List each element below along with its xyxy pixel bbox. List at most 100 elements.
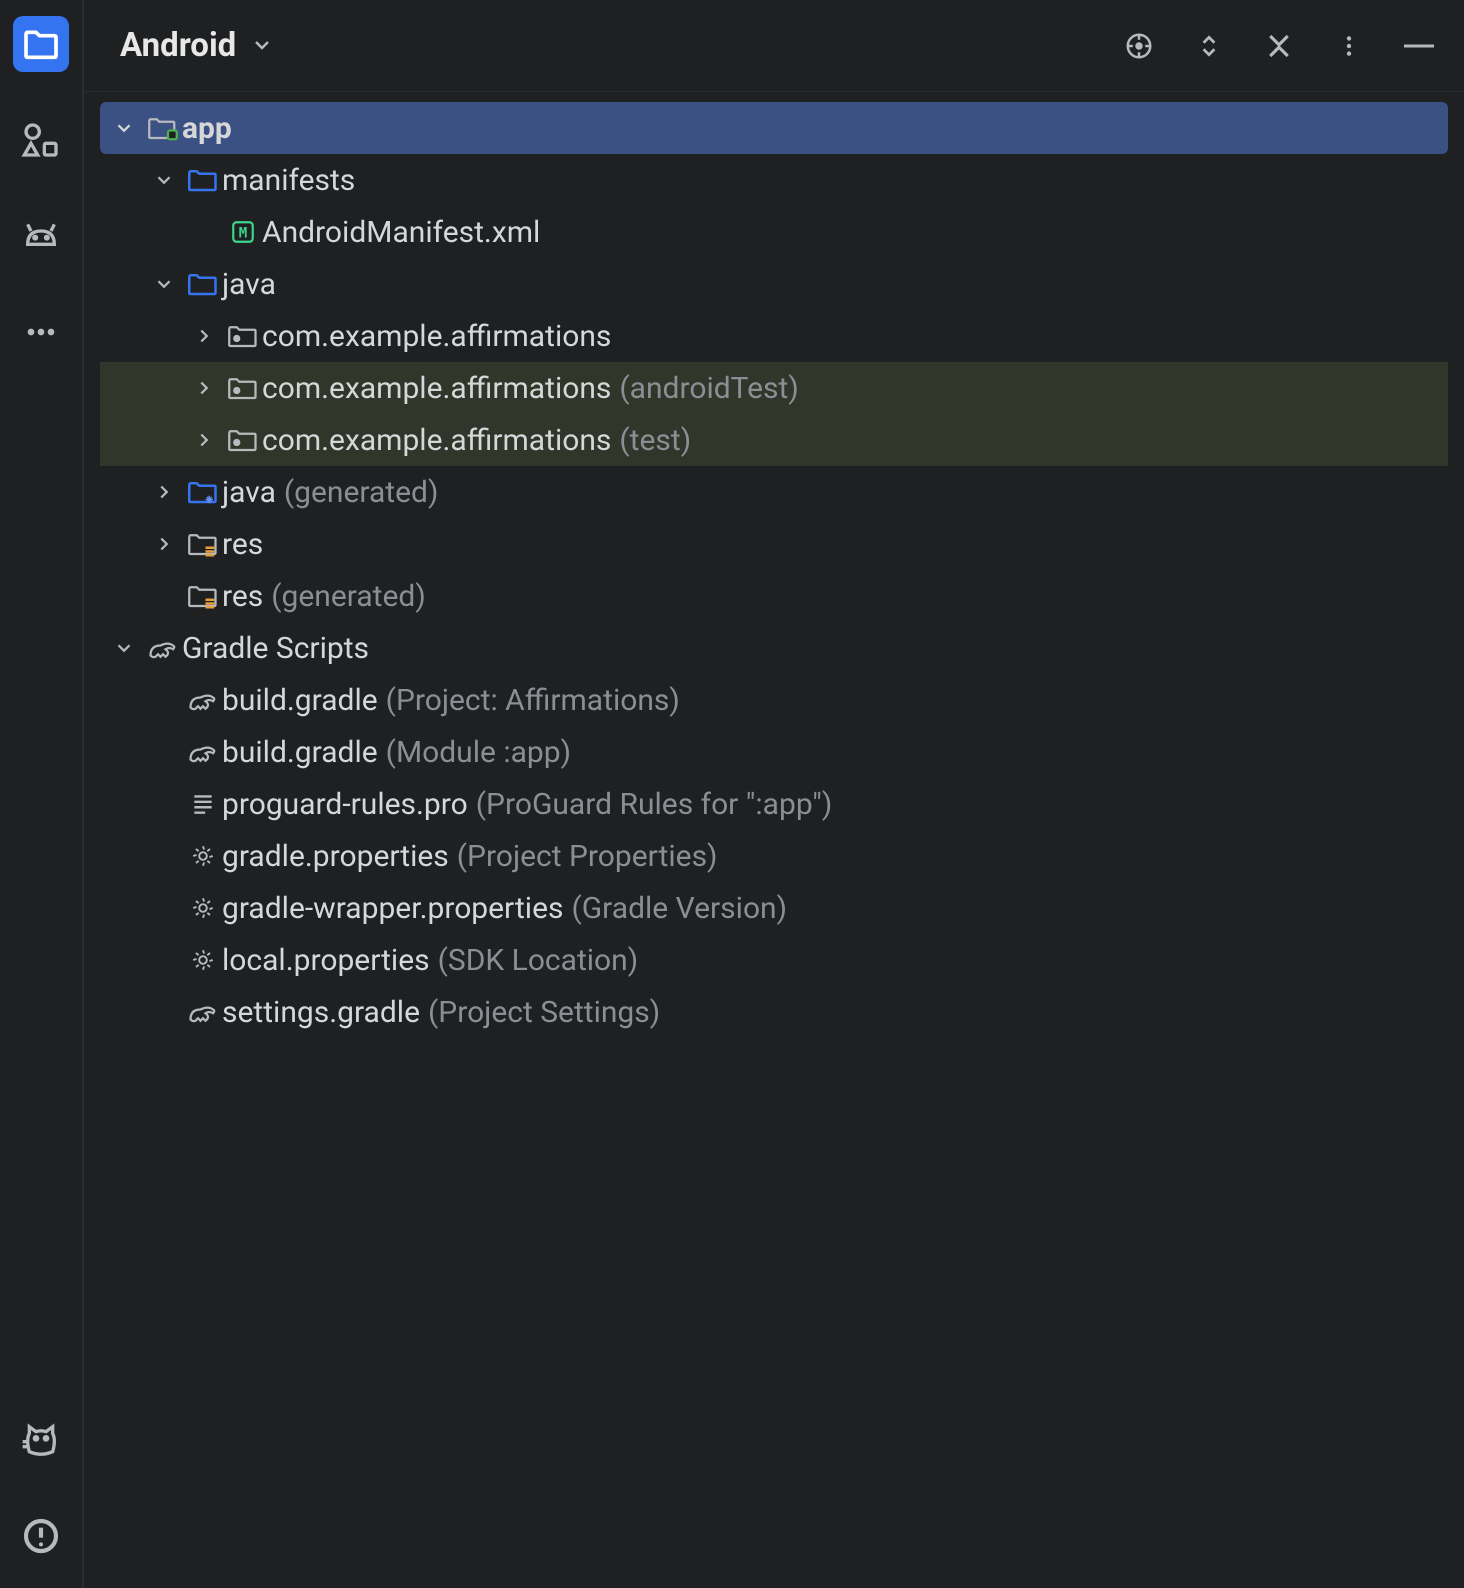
options-icon[interactable] xyxy=(1332,29,1366,63)
module-folder-icon xyxy=(144,113,182,143)
gradle-icon xyxy=(144,633,182,663)
tree-node-package-main[interactable]: com.example.affirmations xyxy=(100,310,1448,362)
tree-node-package-test[interactable]: com.example.affirmations (test) xyxy=(100,414,1448,466)
tree-node-label: proguard-rules.pro xyxy=(222,787,468,822)
spacer xyxy=(144,741,184,763)
package-folder-icon xyxy=(224,425,262,455)
expand-collapse-icon[interactable] xyxy=(1192,29,1226,63)
tree-node-label: build.gradle xyxy=(222,735,378,770)
tree-node-label: build.gradle xyxy=(222,683,378,718)
tree-node-hint: (generated) xyxy=(271,579,425,614)
tree-node-hint: (Project Properties) xyxy=(457,839,718,874)
tree-node-label: res xyxy=(222,579,263,614)
tree-node-hint: (Module :app) xyxy=(386,735,571,770)
project-view-header: Android xyxy=(84,0,1464,92)
spacer xyxy=(184,221,224,243)
tree-node-label: gradle.properties xyxy=(222,839,449,874)
tree-node-gradle-wrapper-properties[interactable]: gradle-wrapper.properties (Gradle Versio… xyxy=(100,882,1448,934)
tree-node-label: AndroidManifest.xml xyxy=(262,215,540,250)
package-folder-icon xyxy=(224,373,262,403)
tree-node-gradle-scripts[interactable]: Gradle Scripts xyxy=(100,622,1448,674)
tree-node-label: settings.gradle xyxy=(222,995,420,1030)
tree-node-label: com.example.affirmations xyxy=(262,423,611,458)
more-tool-button[interactable] xyxy=(13,304,69,360)
tree-node-hint: (test) xyxy=(619,423,691,458)
spacer xyxy=(144,1001,184,1023)
chevron-down-icon[interactable] xyxy=(144,169,184,191)
tree-node-package-androidtest[interactable]: com.example.affirmations (androidTest) xyxy=(100,362,1448,414)
tree-node-res-generated[interactable]: res (generated) xyxy=(100,570,1448,622)
chevron-right-icon[interactable] xyxy=(184,429,224,451)
tree-node-proguard[interactable]: proguard-rules.pro (ProGuard Rules for "… xyxy=(100,778,1448,830)
gradle-icon xyxy=(184,737,222,767)
chevron-right-icon[interactable] xyxy=(184,325,224,347)
chevron-down-icon[interactable] xyxy=(104,117,144,139)
tree-node-gradle-properties[interactable]: gradle.properties (Project Properties) xyxy=(100,830,1448,882)
folder-icon xyxy=(184,269,222,299)
select-opened-file-icon[interactable] xyxy=(1122,29,1156,63)
chevron-down-icon[interactable] xyxy=(144,273,184,295)
chevron-right-icon[interactable] xyxy=(184,377,224,399)
tree-node-java[interactable]: java xyxy=(100,258,1448,310)
project-tool-window: Android xyxy=(84,0,1464,1588)
gear-icon xyxy=(184,893,222,923)
tree-node-label: manifests xyxy=(222,163,355,198)
tree-node-build-gradle-module[interactable]: build.gradle (Module :app) xyxy=(100,726,1448,778)
tree-node-hint: (Project: Affirmations) xyxy=(386,683,680,718)
android-tool-button[interactable] xyxy=(13,208,69,264)
resource-manager-tool-button[interactable] xyxy=(13,112,69,168)
text-file-icon xyxy=(184,789,222,819)
collapse-all-icon[interactable] xyxy=(1262,29,1296,63)
chevron-down-icon[interactable] xyxy=(250,33,274,61)
gradle-icon xyxy=(184,997,222,1027)
gear-icon xyxy=(184,945,222,975)
chevron-down-icon[interactable] xyxy=(104,637,144,659)
tree-node-label: java xyxy=(222,267,276,302)
resource-folder-icon xyxy=(184,581,222,611)
spacer xyxy=(144,793,184,815)
tree-node-hint: (Gradle Version) xyxy=(571,891,787,926)
chevron-right-icon[interactable] xyxy=(144,481,184,503)
tree-node-label: java xyxy=(222,475,276,510)
tree-node-local-properties[interactable]: local.properties (SDK Location) xyxy=(100,934,1448,986)
tree-node-settings-gradle[interactable]: settings.gradle (Project Settings) xyxy=(100,986,1448,1038)
project-tool-button[interactable] xyxy=(13,16,69,72)
project-view-title[interactable]: Android xyxy=(120,26,236,65)
tree-node-label: res xyxy=(222,527,263,562)
tree-node-hint: (generated) xyxy=(284,475,438,510)
tree-node-res[interactable]: res xyxy=(100,518,1448,570)
tree-node-java-generated[interactable]: java (generated) xyxy=(100,466,1448,518)
tree-node-manifests[interactable]: manifests xyxy=(100,154,1448,206)
tree-node-app[interactable]: app xyxy=(100,102,1448,154)
tree-node-label: Gradle Scripts xyxy=(182,631,369,666)
tree-node-label: com.example.affirmations xyxy=(262,319,611,354)
hide-icon[interactable] xyxy=(1402,29,1436,63)
gear-icon xyxy=(184,841,222,871)
tree-node-hint: (Project Settings) xyxy=(428,995,660,1030)
tree-node-manifest-file[interactable]: M AndroidManifest.xml xyxy=(100,206,1448,258)
manifest-file-icon: M xyxy=(224,217,262,247)
package-folder-icon xyxy=(224,321,262,351)
project-tree: app manifests M AndroidManifest.xml xyxy=(84,92,1464,1588)
tool-rail xyxy=(0,0,84,1588)
tree-node-hint: (ProGuard Rules for ":app") xyxy=(476,787,833,822)
problems-tool-button[interactable] xyxy=(13,1508,69,1564)
tree-node-hint: (SDK Location) xyxy=(438,943,639,978)
generated-folder-icon xyxy=(184,477,222,507)
tree-node-label: com.example.affirmations xyxy=(262,371,611,406)
tree-node-label: app xyxy=(182,111,232,146)
spacer xyxy=(144,689,184,711)
tree-node-label: local.properties xyxy=(222,943,430,978)
folder-icon xyxy=(184,165,222,195)
tree-node-build-gradle-project[interactable]: build.gradle (Project: Affirmations) xyxy=(100,674,1448,726)
tree-node-hint: (androidTest) xyxy=(619,371,798,406)
gradle-icon xyxy=(184,685,222,715)
resource-folder-icon xyxy=(184,529,222,559)
svg-text:M: M xyxy=(239,225,247,241)
spacer xyxy=(144,949,184,971)
cat-tool-button[interactable] xyxy=(13,1412,69,1468)
spacer xyxy=(144,897,184,919)
tree-node-label: gradle-wrapper.properties xyxy=(222,891,563,926)
chevron-right-icon[interactable] xyxy=(144,533,184,555)
spacer xyxy=(144,845,184,867)
